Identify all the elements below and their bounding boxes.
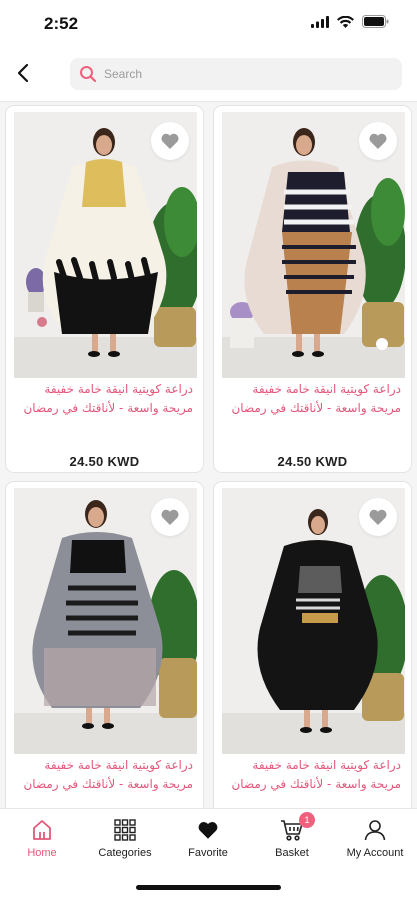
signal-icon: [311, 15, 329, 28]
status-bar: 2:52: [0, 0, 417, 46]
product-image[interactable]: [14, 488, 197, 754]
product-price: 24.50 KWD: [277, 454, 348, 469]
battery-icon: [362, 15, 389, 28]
product-image[interactable]: [222, 488, 405, 754]
tab-favorite[interactable]: Favorite: [168, 817, 248, 871]
tab-basket[interactable]: 1 Basket: [252, 812, 332, 871]
product-list-screen: 2:52 Search دراعة كويتية انيقة خامة خفيف…: [0, 0, 417, 900]
header: [0, 46, 417, 102]
back-icon[interactable]: [12, 61, 36, 85]
favorite-button[interactable]: [151, 122, 189, 160]
status-time: 2:52: [44, 14, 79, 33]
user-icon: [362, 817, 388, 843]
product-grid: دراعة كويتية انيقة خامة خفيفة مريحة واسع…: [0, 103, 417, 808]
search-bar[interactable]: [70, 58, 402, 90]
product-image[interactable]: [14, 112, 197, 378]
favorite-button[interactable]: [359, 498, 397, 536]
product-card[interactable]: دراعة كويتية انيقة خامة خفيفة مريحة واسع…: [5, 481, 204, 808]
tab-categories[interactable]: Categories: [85, 817, 165, 871]
product-price: 24.50 KWD: [69, 454, 140, 469]
basket-badge: 1: [299, 812, 315, 828]
heart-icon: [161, 509, 179, 525]
product-card[interactable]: دراعة كويتية انيقة خامة خفيفة مريحة واسع…: [213, 481, 412, 808]
status-icons: [311, 15, 389, 28]
product-title[interactable]: دراعة كويتية انيقة خامة خفيفة مريحة واسع…: [224, 380, 401, 418]
heart-icon: [195, 817, 221, 843]
heart-icon: [161, 133, 179, 149]
product-image[interactable]: [222, 112, 405, 378]
home-icon: [29, 817, 55, 843]
heart-icon: [369, 509, 387, 525]
product-title[interactable]: دراعة كويتية انيقة خامة خفيفة مريحة واسع…: [16, 756, 193, 794]
favorite-button[interactable]: [151, 498, 189, 536]
product-title[interactable]: دراعة كويتية انيقة خامة خفيفة مريحة واسع…: [224, 756, 401, 794]
bottom-tab-bar: Home Categories Favorite 1 Basket My Acc…: [0, 808, 417, 900]
tab-home[interactable]: Home: [2, 817, 82, 871]
tab-label: Home: [27, 847, 57, 859]
tab-label: My Account: [346, 847, 404, 859]
heart-icon: [369, 133, 387, 149]
search-input[interactable]: [104, 67, 374, 81]
grid-icon: [112, 817, 138, 843]
tab-label: Categories: [98, 847, 152, 859]
tab-label: Favorite: [188, 847, 228, 859]
cart-icon: 1: [279, 812, 315, 843]
product-card[interactable]: دراعة كويتية انيقة خامة خفيفة مريحة واسع…: [5, 105, 204, 473]
product-title[interactable]: دراعة كويتية انيقة خامة خفيفة مريحة واسع…: [16, 380, 193, 418]
search-icon: [80, 66, 97, 83]
favorite-button[interactable]: [359, 122, 397, 160]
tab-label: Basket: [275, 847, 309, 859]
product-card[interactable]: دراعة كويتية انيقة خامة خفيفة مريحة واسع…: [213, 105, 412, 473]
home-indicator[interactable]: [136, 885, 281, 890]
wifi-icon: [337, 15, 354, 28]
tab-my-account[interactable]: My Account: [335, 817, 415, 871]
